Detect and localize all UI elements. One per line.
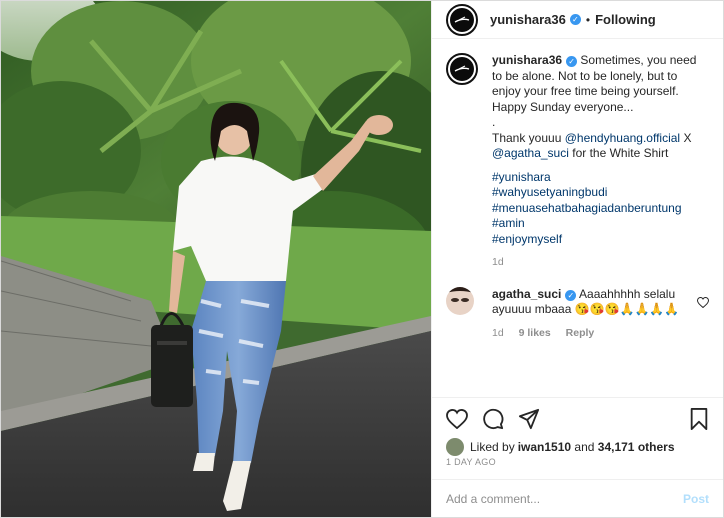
header-separator: •: [585, 12, 591, 27]
comment-row: agatha_suci ✓ Aaaahhhhh selalu ayuuuu mba…: [446, 286, 710, 342]
commenter-avatar[interactable]: [446, 286, 474, 315]
liked-by-prefix: Liked by: [470, 440, 515, 454]
post-comment-button[interactable]: Post: [683, 492, 709, 506]
following-button[interactable]: Following: [595, 12, 656, 27]
hashtag-link[interactable]: #menuasehatbahagiadanberuntung: [492, 201, 709, 217]
mention-agatha-suci[interactable]: @agatha_suci: [492, 146, 569, 160]
add-comment-bar: Add a comment... Post: [432, 479, 723, 517]
caption-meta: 1d: [492, 255, 709, 271]
caption-username[interactable]: yunishara36: [492, 53, 562, 67]
author-logo-icon: [450, 7, 474, 32]
post-timestamp[interactable]: 1 DAY AGO: [432, 453, 723, 479]
comment-age[interactable]: 1d: [492, 327, 504, 339]
instagram-post-window: yunishara36 ✓ • Following yunishara36✓: [0, 0, 724, 518]
comment-likes[interactable]: 9 likes: [519, 327, 551, 339]
commenter-username[interactable]: agatha_suci: [492, 287, 561, 301]
caption-body: yunishara36 ✓ Sometimes, you need to be a…: [492, 53, 709, 271]
comments-list[interactable]: yunishara36 ✓ Sometimes, you need to be a…: [432, 39, 723, 397]
photo-illustration: [1, 1, 431, 517]
bookmark-icon[interactable]: [689, 408, 709, 430]
mention-hendyhuang[interactable]: @hendyhuang.official: [565, 131, 680, 145]
heart-icon[interactable]: [446, 409, 468, 429]
hashtag-link[interactable]: #enjoymyself: [492, 232, 709, 248]
comment-body: agatha_suci ✓ Aaaahhhhh selalu ayuuuu mba…: [492, 287, 695, 342]
post-actions: Liked by iwan1510 and 34,171 others: [432, 397, 723, 456]
caption-verified-icon: ✓: [566, 56, 578, 67]
liked-by-user[interactable]: iwan1510: [518, 440, 571, 454]
post-side-panel: yunishara36 ✓ • Following yunishara36✓: [431, 1, 723, 517]
comment-meta: 1d 9 likes Reply: [492, 326, 695, 342]
comment-icon[interactable]: [482, 408, 504, 430]
liked-by-middle: and: [571, 440, 598, 454]
hashtag-link[interactable]: #amin: [492, 216, 709, 232]
author-username[interactable]: yunishara36: [490, 12, 566, 27]
likes-count[interactable]: 34,171 others: [598, 440, 675, 454]
share-icon[interactable]: [518, 408, 540, 430]
commenter-verified-icon: ✓: [565, 289, 577, 301]
author-avatar[interactable]: [446, 3, 478, 36]
post-photo[interactable]: [1, 1, 431, 517]
hashtag-link[interactable]: #yunishara: [492, 170, 709, 186]
caption-dot: .: [492, 115, 496, 129]
caption-thanks-suffix: for the White Shirt: [568, 146, 669, 160]
caption-thanks-prefix: Thank youuu: [492, 130, 565, 145]
hashtag-link[interactable]: #wahyusetyaningbudi: [492, 185, 709, 201]
caption-avatar[interactable]: [446, 53, 478, 85]
verified-icon: ✓: [569, 14, 581, 25]
post-header: yunishara36 ✓ • Following: [432, 1, 723, 39]
comment-heart-icon[interactable]: [695, 296, 710, 342]
caption: yunishara36 ✓ Sometimes, you need to be a…: [446, 53, 709, 271]
caption-age[interactable]: 1d: [492, 256, 504, 268]
reply-button[interactable]: Reply: [566, 327, 595, 339]
caption-logo-icon: [450, 57, 474, 81]
caption-thanks-mid: X: [680, 130, 692, 145]
add-comment-input[interactable]: Add a comment...: [446, 492, 683, 506]
